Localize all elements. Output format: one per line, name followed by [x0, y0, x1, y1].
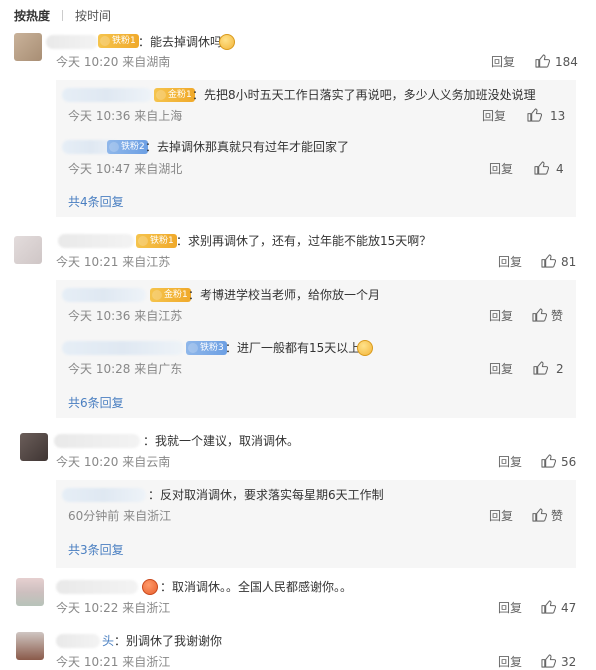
reply-text: ：反对取消调休，要求落实每星期6天工作制 [148, 488, 384, 502]
comment-text: ：取消调休。。全国人民都感谢你。。 [160, 580, 353, 594]
avatar[interactable] [16, 578, 44, 606]
emoji-face-icon [357, 340, 373, 356]
badge-label: 铁粉3 [200, 343, 224, 353]
username[interactable] [56, 580, 138, 594]
thumbs-up-icon[interactable] [541, 600, 556, 614]
username[interactable] [56, 634, 100, 648]
badge-label: 铁粉1 [112, 36, 136, 46]
fan-badge: 金粉1 [154, 88, 195, 102]
sort-bar: 按热度 按时间 [14, 6, 111, 24]
avatar[interactable] [14, 33, 42, 61]
avatar[interactable] [14, 236, 42, 264]
reply-text: ：考博进学校当老师，给你放一个月 [188, 288, 381, 302]
thumbs-up-icon[interactable] [527, 108, 542, 122]
like-count: 81 [561, 255, 577, 269]
thumbs-up-icon[interactable] [535, 54, 550, 68]
fan-badge-icon [152, 290, 162, 300]
badge-label: 金粉1 [168, 90, 192, 100]
thumbs-up-icon[interactable] [532, 308, 547, 322]
sort-divider [62, 9, 64, 21]
view-more-replies-link[interactable]: 共3条回复 [68, 542, 124, 558]
username[interactable] [62, 88, 152, 102]
username[interactable] [54, 434, 140, 448]
reply-text: ：先把8小时五天工作日落实了再说吧，多少人义务加班没处说理 [192, 88, 536, 102]
avatar[interactable] [16, 632, 44, 660]
like-count: 2 [556, 362, 564, 376]
comment-text: ：求别再调休了，还有，过年能不能放15天啊？ [176, 234, 432, 248]
view-more-replies-link[interactable]: 共4条回复 [68, 194, 124, 210]
fan-badge: 铁粉3 [186, 341, 227, 355]
comment-text: ：别调休了我谢谢你 [114, 634, 223, 648]
emoji-face-icon [219, 34, 235, 50]
thumbs-up-icon[interactable] [532, 508, 547, 522]
like-count: 13 [550, 109, 566, 123]
comment-meta: 今天 10:20 来自湖南 [56, 55, 171, 69]
reply-meta: 今天 10:28 来自广东 [68, 362, 183, 376]
badge-label: 金粉1 [164, 290, 188, 300]
badge-label: 铁粉1 [150, 236, 174, 246]
username-tail: 头 [102, 634, 115, 648]
reply-button[interactable]: 回复 [489, 161, 513, 177]
fan-badge-icon [100, 36, 110, 46]
reply-button[interactable]: 回复 [489, 308, 513, 324]
comment-meta: 今天 10:21 来自江苏 [56, 255, 171, 269]
thumbs-up-icon[interactable] [533, 361, 548, 375]
reply-meta: 60分钟前 来自浙江 [68, 509, 172, 523]
like-count: 赞 [551, 309, 564, 323]
reply-meta: 今天 10:36 来自江苏 [68, 309, 183, 323]
username[interactable] [62, 288, 146, 302]
reply-text: ：进厂一般都有15天以上 [225, 341, 361, 355]
comment-text: ：能去掉调休吗 [138, 35, 223, 49]
reply-meta: 今天 10:36 来自上海 [68, 109, 183, 123]
username[interactable] [58, 234, 134, 248]
reply-button[interactable]: 回复 [489, 508, 513, 524]
comment-meta: 今天 10:20 来自云南 [56, 455, 171, 469]
fan-badge: 铁粉2 [107, 140, 148, 154]
like-count: 56 [561, 455, 577, 469]
reply-button[interactable]: 回复 [498, 454, 522, 470]
reply-button[interactable]: 回复 [498, 600, 522, 616]
like-count: 184 [555, 55, 578, 69]
thumbs-up-icon[interactable] [541, 454, 556, 468]
reply-button[interactable]: 回复 [489, 361, 513, 377]
like-count: 47 [561, 601, 577, 615]
like-count: 赞 [551, 509, 564, 523]
fan-badge: 铁粉1 [136, 234, 177, 248]
reply-button[interactable]: 回复 [498, 254, 522, 270]
username[interactable] [46, 35, 98, 49]
like-count: 4 [556, 162, 564, 176]
comment-text: ：我就一个建议，取消调休。 [143, 434, 300, 448]
fan-badge: 金粉1 [150, 288, 191, 302]
reply-meta: 今天 10:47 来自湖北 [68, 162, 183, 176]
fan-badge-icon [109, 142, 119, 152]
fan-badge-icon [188, 343, 198, 353]
comment-meta: 今天 10:22 来自浙江 [56, 601, 171, 615]
fan-badge-icon [156, 90, 166, 100]
sort-by-hot[interactable]: 按热度 [14, 7, 50, 24]
username[interactable] [62, 488, 146, 502]
fan-badge-icon [138, 236, 148, 246]
fan-badge: 铁粉1 [98, 34, 139, 48]
thumbs-up-icon[interactable] [534, 161, 549, 175]
username[interactable] [62, 341, 184, 355]
reply-button[interactable]: 回复 [491, 54, 515, 70]
emoji-face-icon [142, 579, 158, 595]
reply-text: ：去掉调休那真就只有过年才能回家了 [145, 140, 350, 154]
avatar[interactable] [20, 433, 48, 461]
thumbs-up-icon[interactable] [541, 654, 556, 668]
thumbs-up-icon[interactable] [541, 254, 556, 268]
sort-by-time[interactable]: 按时间 [75, 7, 111, 24]
view-more-replies-link[interactable]: 共6条回复 [68, 395, 124, 411]
badge-label: 铁粉2 [121, 142, 145, 152]
reply-button[interactable]: 回复 [482, 108, 506, 124]
